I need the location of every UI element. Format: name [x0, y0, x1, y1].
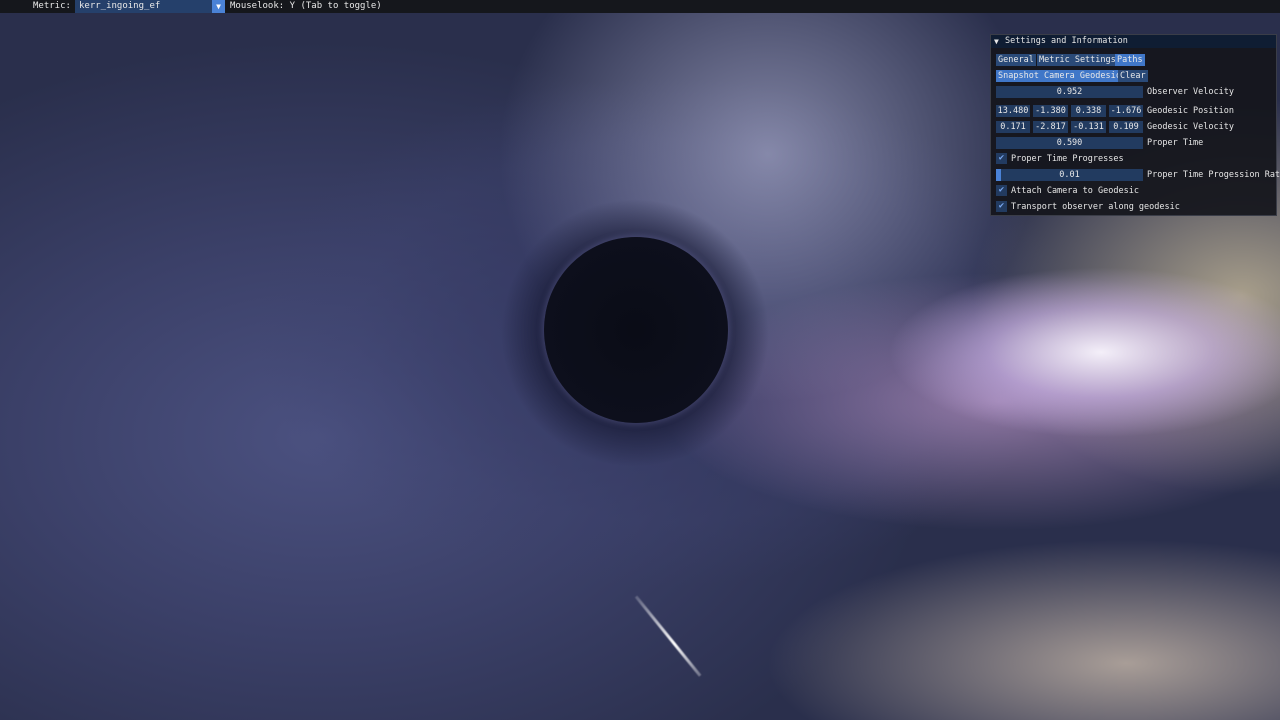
- observer-velocity-label: Observer Velocity: [1147, 87, 1234, 97]
- geodesic-velocity-x[interactable]: -2.817: [1033, 121, 1068, 133]
- mouselook-status: Mouselook: Y (Tab to toggle): [230, 1, 382, 11]
- geodesic-velocity-label: Geodesic Velocity: [1147, 122, 1234, 132]
- transport-observer-label: Transport observer along geodesic: [1011, 202, 1180, 212]
- main-menubar: Metric: kerr_ingoing_ef ▼ Mouselook: Y (…: [0, 0, 1280, 13]
- geodesic-position-label: Geodesic Position: [1147, 106, 1234, 116]
- observer-velocity-slider[interactable]: 0.952: [996, 86, 1143, 98]
- geodesic-position-x[interactable]: -1.380: [1033, 105, 1068, 117]
- panel-title: Settings and Information: [1005, 36, 1128, 46]
- progression-rate-value: 0.01: [1059, 170, 1080, 180]
- proper-time-progresses-checkbox[interactable]: ✔: [996, 153, 1007, 164]
- settings-panel: ▼ Settings and Information General Metri…: [990, 34, 1280, 216]
- geodesic-position-y[interactable]: 0.338: [1071, 105, 1106, 117]
- attach-camera-checkbox[interactable]: ✔: [996, 185, 1007, 196]
- progression-rate-slider[interactable]: 0.01: [996, 169, 1143, 181]
- slider-grab[interactable]: [996, 169, 1001, 181]
- light-streak: [634, 595, 702, 677]
- geodesic-velocity-z[interactable]: 0.109: [1109, 121, 1143, 133]
- attach-camera-label: Attach Camera to Geodesic: [1011, 186, 1139, 196]
- transport-observer-checkbox[interactable]: ✔: [996, 201, 1007, 212]
- geodesic-velocity-t[interactable]: 0.171: [996, 121, 1030, 133]
- tab-metric-settings[interactable]: Metric Settings: [1037, 54, 1118, 66]
- clear-button[interactable]: Clear: [1118, 70, 1148, 82]
- proper-time-field[interactable]: 0.590: [996, 137, 1143, 149]
- black-hole: [544, 237, 728, 423]
- chevron-down-icon[interactable]: ▼: [212, 0, 225, 13]
- collapse-arrow-icon[interactable]: ▼: [994, 35, 999, 48]
- progression-rate-label: Proper Time Progession Rate: [1147, 170, 1280, 180]
- metric-select[interactable]: kerr_ingoing_ef: [75, 0, 212, 13]
- metric-label: Metric:: [33, 1, 71, 11]
- geodesic-velocity-y[interactable]: -0.131: [1071, 121, 1106, 133]
- tab-general[interactable]: General: [996, 54, 1036, 66]
- tab-paths[interactable]: Paths: [1115, 54, 1145, 66]
- geodesic-position-t[interactable]: 13.480: [996, 105, 1030, 117]
- geodesic-position-z[interactable]: -1.676: [1109, 105, 1143, 117]
- proper-time-progresses-label: Proper Time Progresses: [1011, 154, 1124, 164]
- snapshot-camera-geodesic-button[interactable]: Snapshot Camera Geodesic: [996, 70, 1123, 82]
- panel-title-bar[interactable]: ▼ Settings and Information: [991, 35, 1276, 48]
- proper-time-label: Proper Time: [1147, 138, 1204, 148]
